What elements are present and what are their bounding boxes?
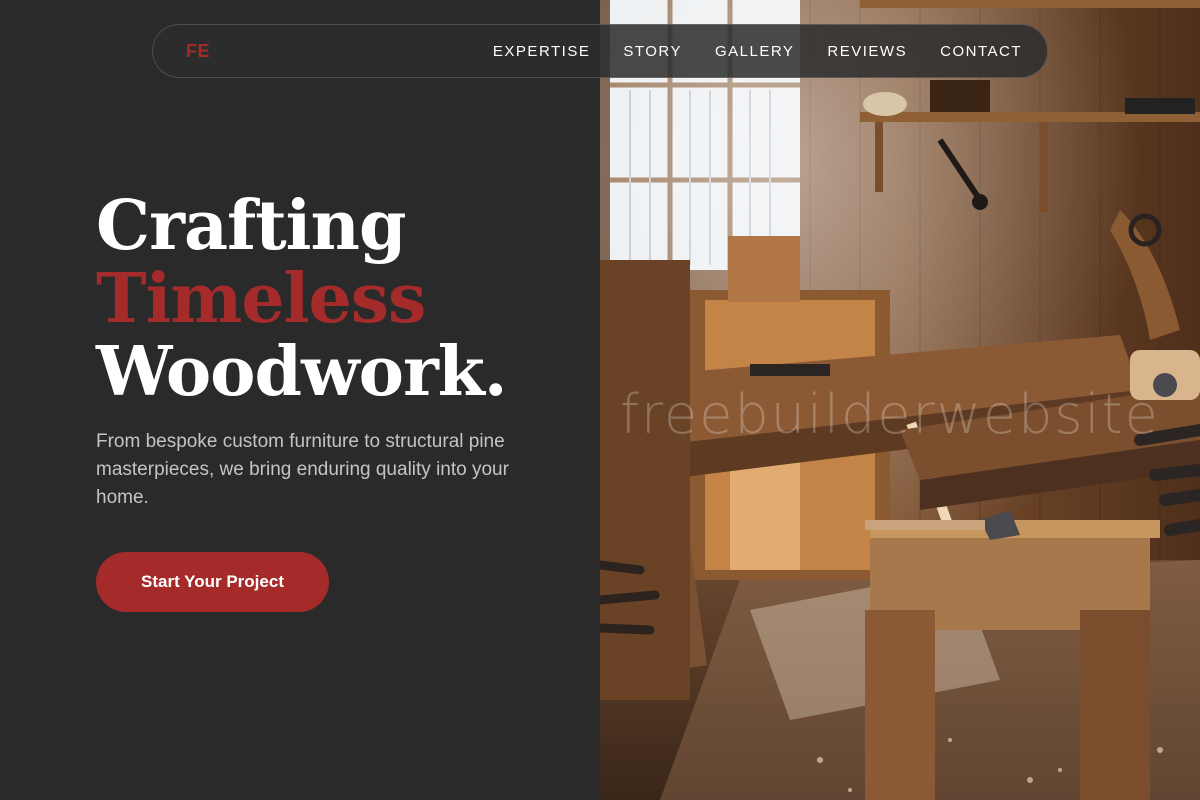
nav-link-expertise[interactable]: EXPERTISE [493,43,590,60]
photo-watermark: freebuilderwebsite [620,383,1160,446]
brand-logo[interactable]: FE [186,41,210,62]
hero-title: Crafting Timeless Woodwork. [96,186,508,412]
hero-subtitle: From bespoke custom furniture to structu… [96,431,509,508]
nav-links: EXPERTISE STORY GALLERY REVIEWS CONTACT [493,43,1022,60]
nav-link-reviews[interactable]: REVIEWS [827,43,907,60]
start-project-button[interactable]: Start Your Project [96,552,329,612]
top-navbar: FE EXPERTISE STORY GALLERY REVIEWS CONTA… [152,24,1048,78]
nav-link-contact[interactable]: CONTACT [940,43,1022,60]
nav-link-gallery[interactable]: GALLERY [715,43,794,60]
hero-title-line-1: Crafting [96,186,406,266]
hero-title-line-2: Timeless [96,259,426,339]
hero-title-line-3: Woodwork. [96,332,508,412]
nav-link-story[interactable]: STORY [623,43,682,60]
